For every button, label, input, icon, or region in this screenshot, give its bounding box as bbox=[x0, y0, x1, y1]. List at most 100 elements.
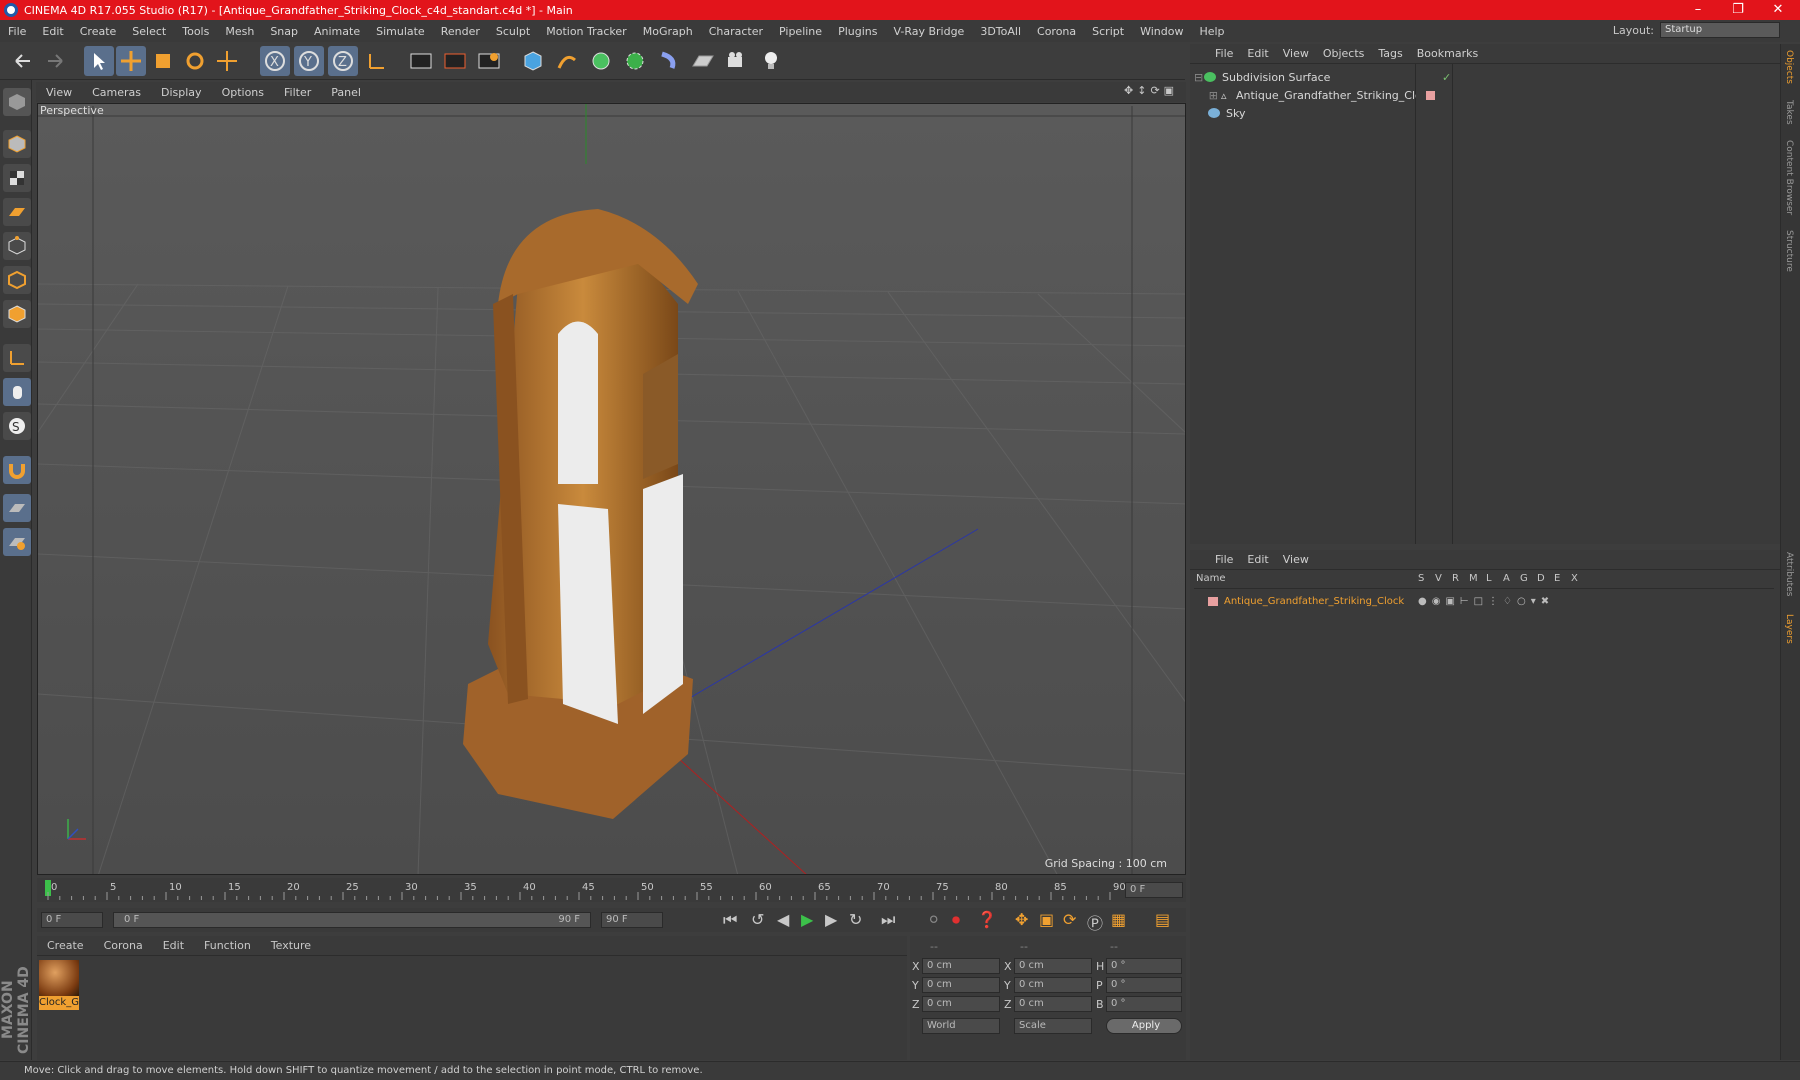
menu-window[interactable]: Window bbox=[1132, 25, 1191, 38]
floor-icon[interactable] bbox=[688, 46, 718, 76]
menu-sculpt[interactable]: Sculpt bbox=[488, 25, 538, 38]
material-menu-corona[interactable]: Corona bbox=[94, 939, 153, 952]
apply-button[interactable]: Apply bbox=[1106, 1018, 1182, 1034]
coord-pos-z-field[interactable]: 0 cm bbox=[922, 996, 1000, 1012]
coord-rot-b-field[interactable]: 0 ° bbox=[1106, 996, 1182, 1012]
menu-mograph[interactable]: MoGraph bbox=[635, 25, 701, 38]
coord-size-z-field[interactable]: 0 cm bbox=[1014, 996, 1092, 1012]
menu-pipeline[interactable]: Pipeline bbox=[771, 25, 830, 38]
undo-icon[interactable] bbox=[8, 46, 38, 76]
dolly-icon[interactable]: ↕ bbox=[1137, 84, 1146, 97]
timeline-ruler[interactable]: 0 5 10 15 20 25 30 35 40 45 50 55 60 65 70 75 80 85 90 0 F bbox=[37, 878, 1186, 902]
deformer-icon[interactable] bbox=[654, 46, 684, 76]
redo-icon[interactable] bbox=[40, 46, 70, 76]
menu-mesh[interactable]: Mesh bbox=[217, 25, 262, 38]
grid-snap-icon[interactable] bbox=[3, 528, 31, 556]
rotate-tool-icon[interactable] bbox=[180, 46, 210, 76]
menu-vray-bridge[interactable]: V-Ray Bridge bbox=[885, 25, 972, 38]
magnet-icon[interactable] bbox=[3, 456, 31, 484]
lm-menu-edit[interactable]: Edit bbox=[1240, 553, 1275, 566]
select-arrow-icon[interactable] bbox=[84, 46, 114, 76]
om-menu-bookmarks[interactable]: Bookmarks bbox=[1410, 47, 1485, 60]
tab-objects[interactable]: Objects bbox=[1784, 50, 1794, 84]
start-frame-field[interactable]: 0 F bbox=[41, 912, 103, 928]
polygons-mode-icon[interactable] bbox=[3, 300, 31, 328]
render-settings-icon[interactable] bbox=[474, 46, 504, 76]
material-swatch[interactable]: Clock_G bbox=[39, 960, 79, 1012]
om-menu-edit[interactable]: Edit bbox=[1240, 47, 1275, 60]
record-icon[interactable]: ⏺ bbox=[952, 910, 960, 930]
next-frame-icon[interactable]: ▶ bbox=[825, 910, 837, 929]
viewport-menu-panel[interactable]: Panel bbox=[321, 86, 371, 99]
light-icon[interactable] bbox=[756, 46, 786, 76]
previous-frame-icon[interactable]: ◀ bbox=[777, 910, 789, 929]
menu-snap[interactable]: Snap bbox=[262, 25, 306, 38]
transform-tool-icon[interactable] bbox=[212, 46, 242, 76]
menu-edit[interactable]: Edit bbox=[34, 25, 71, 38]
minimize-button[interactable]: – bbox=[1678, 0, 1718, 20]
spline-pen-icon[interactable] bbox=[552, 46, 582, 76]
menu-plugins[interactable]: Plugins bbox=[830, 25, 885, 38]
viewport-menu-cameras[interactable]: Cameras bbox=[82, 86, 151, 99]
layer-color-icon[interactable] bbox=[1208, 596, 1218, 606]
workplane-icon[interactable] bbox=[3, 198, 31, 226]
viewport-menu-display[interactable]: Display bbox=[151, 86, 212, 99]
viewport-menu-view[interactable]: View bbox=[36, 86, 82, 99]
tab-structure[interactable]: Structure bbox=[1784, 230, 1794, 272]
key-parameter-icon[interactable]: Ⓟ bbox=[1087, 910, 1103, 934]
coordinate-system-icon[interactable] bbox=[362, 46, 392, 76]
viewport-menu-options[interactable]: Options bbox=[212, 86, 274, 99]
pan-icon[interactable]: ✥ bbox=[1124, 84, 1133, 97]
tab-takes[interactable]: Takes bbox=[1784, 100, 1794, 125]
menu-file[interactable]: File bbox=[0, 25, 34, 38]
material-menu-texture[interactable]: Texture bbox=[261, 939, 321, 952]
menu-corona[interactable]: Corona bbox=[1029, 25, 1084, 38]
timeline-window-icon[interactable]: ▤ bbox=[1155, 910, 1170, 929]
menu-tools[interactable]: Tools bbox=[174, 25, 217, 38]
tree-expand-icon[interactable]: ⊟ bbox=[1194, 71, 1204, 84]
coord-pos-y-field[interactable]: 0 cm bbox=[922, 977, 1000, 993]
keyframe-selection-icon[interactable]: ⚪ bbox=[927, 910, 940, 929]
render-view-icon[interactable] bbox=[406, 46, 436, 76]
menu-motion-tracker[interactable]: Motion Tracker bbox=[538, 25, 634, 38]
tree-expand-icon[interactable]: ⊞ bbox=[1194, 89, 1218, 102]
menu-3dtoall[interactable]: 3DToAll bbox=[972, 25, 1029, 38]
go-to-start-icon[interactable]: ⏮ bbox=[723, 910, 737, 930]
points-mode-icon[interactable] bbox=[3, 232, 31, 260]
coord-rot-p-field[interactable]: 0 ° bbox=[1106, 977, 1182, 993]
material-menu-edit[interactable]: Edit bbox=[153, 939, 194, 952]
scale-tool-icon[interactable] bbox=[148, 46, 178, 76]
object-mode-icon[interactable] bbox=[3, 130, 31, 158]
current-frame-field[interactable]: 0 F bbox=[1125, 882, 1183, 898]
key-scale-icon[interactable]: ▣ bbox=[1039, 910, 1054, 929]
coord-size-y-field[interactable]: 0 cm bbox=[1014, 977, 1092, 993]
cloner-icon[interactable] bbox=[620, 46, 650, 76]
material-menu-create[interactable]: Create bbox=[37, 939, 94, 952]
menu-help[interactable]: Help bbox=[1191, 25, 1232, 38]
om-menu-objects[interactable]: Objects bbox=[1316, 47, 1372, 60]
previous-key-icon[interactable]: ↺ bbox=[751, 910, 764, 929]
tab-attributes[interactable]: Attributes bbox=[1784, 552, 1794, 596]
layout-dropdown[interactable]: Startup bbox=[1660, 22, 1780, 38]
maximize-button[interactable]: ❐ bbox=[1718, 0, 1758, 20]
object-row[interactable]: Sky bbox=[1194, 104, 1774, 122]
menu-simulate[interactable]: Simulate bbox=[368, 25, 433, 38]
perspective-viewport[interactable]: Grid Spacing : 100 cm bbox=[37, 103, 1186, 875]
orbit-icon[interactable]: ⟳ bbox=[1150, 84, 1159, 97]
go-to-end-icon[interactable]: ⏭ bbox=[881, 910, 895, 930]
coord-rot-h-field[interactable]: 0 ° bbox=[1106, 958, 1182, 974]
autokey-icon[interactable]: ❓ bbox=[977, 910, 997, 929]
material-tag-icon[interactable] bbox=[1426, 90, 1435, 100]
play-icon[interactable]: ▶ bbox=[801, 910, 813, 929]
om-menu-file[interactable]: File bbox=[1208, 47, 1240, 60]
om-menu-view[interactable]: View bbox=[1276, 47, 1316, 60]
coord-size-x-field[interactable]: 0 cm bbox=[1014, 958, 1092, 974]
lm-menu-view[interactable]: View bbox=[1276, 553, 1316, 566]
key-pla-icon[interactable]: ▦ bbox=[1111, 910, 1126, 929]
model-mode-icon[interactable] bbox=[3, 88, 31, 116]
menu-script[interactable]: Script bbox=[1084, 25, 1132, 38]
x-axis-lock-icon[interactable]: X bbox=[260, 46, 290, 76]
object-row[interactable]: ⊟ Subdivision Surface ✓ bbox=[1194, 68, 1774, 86]
om-menu-tags[interactable]: Tags bbox=[1371, 47, 1409, 60]
y-axis-lock-icon[interactable]: Y bbox=[294, 46, 324, 76]
